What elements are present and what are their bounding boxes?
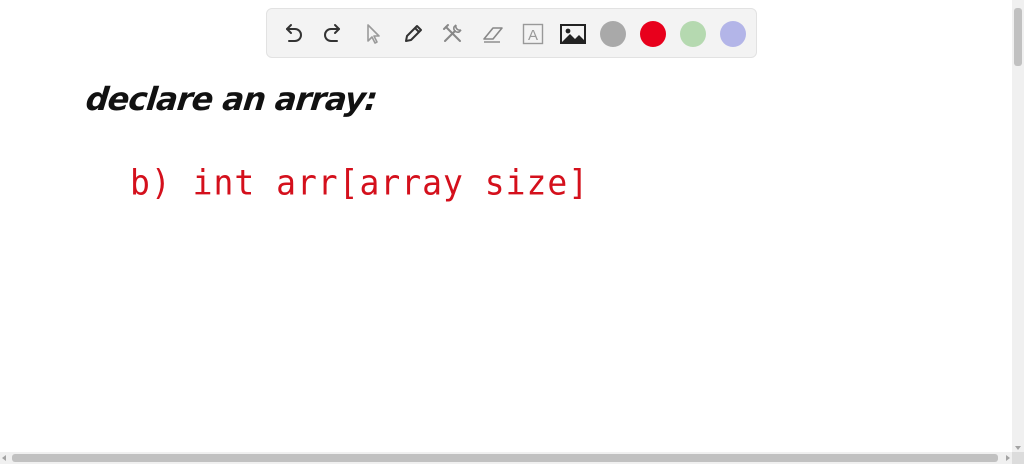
text-tool-button[interactable]: A: [519, 20, 547, 48]
color-swatch-gray[interactable]: [600, 21, 626, 47]
horizontal-scroll-thumb[interactable]: [12, 454, 998, 462]
tools-icon: [443, 24, 462, 42]
scroll-right-arrow-icon[interactable]: [1006, 455, 1010, 461]
eraser-icon: [483, 27, 503, 43]
color-swatch-green[interactable]: [680, 21, 706, 47]
pen-icon: [405, 25, 422, 42]
scroll-left-arrow-icon[interactable]: [2, 455, 6, 461]
select-tool-button[interactable]: [359, 20, 387, 48]
pen-tool-button[interactable]: [399, 20, 427, 48]
image-tool-button[interactable]: [559, 20, 587, 48]
handwritten-heading: declare an array:: [84, 80, 379, 118]
image-icon: [560, 24, 586, 44]
scrollbar-corner: [1012, 452, 1024, 464]
undo-icon: [286, 24, 302, 42]
text-icon: A: [522, 23, 544, 45]
color-swatch-red[interactable]: [640, 21, 666, 47]
undo-button[interactable]: [279, 20, 307, 48]
scroll-down-arrow-icon[interactable]: [1015, 446, 1021, 450]
vertical-scrollbar[interactable]: [1012, 0, 1024, 452]
handwritten-code-line: b) int arr[array size]: [130, 162, 590, 203]
svg-text:A: A: [528, 27, 538, 44]
horizontal-scrollbar[interactable]: [0, 452, 1012, 464]
tools-button[interactable]: [439, 20, 467, 48]
vertical-scroll-thumb[interactable]: [1014, 8, 1022, 66]
eraser-tool-button[interactable]: [479, 20, 507, 48]
redo-button[interactable]: [319, 20, 347, 48]
pointer-icon: [367, 24, 380, 44]
color-swatch-lavender[interactable]: [720, 21, 746, 47]
whiteboard-canvas[interactable]: A declare an array: b) int arr[array siz…: [0, 0, 1012, 452]
redo-icon: [324, 24, 340, 42]
drawing-toolbar: A: [266, 8, 757, 58]
